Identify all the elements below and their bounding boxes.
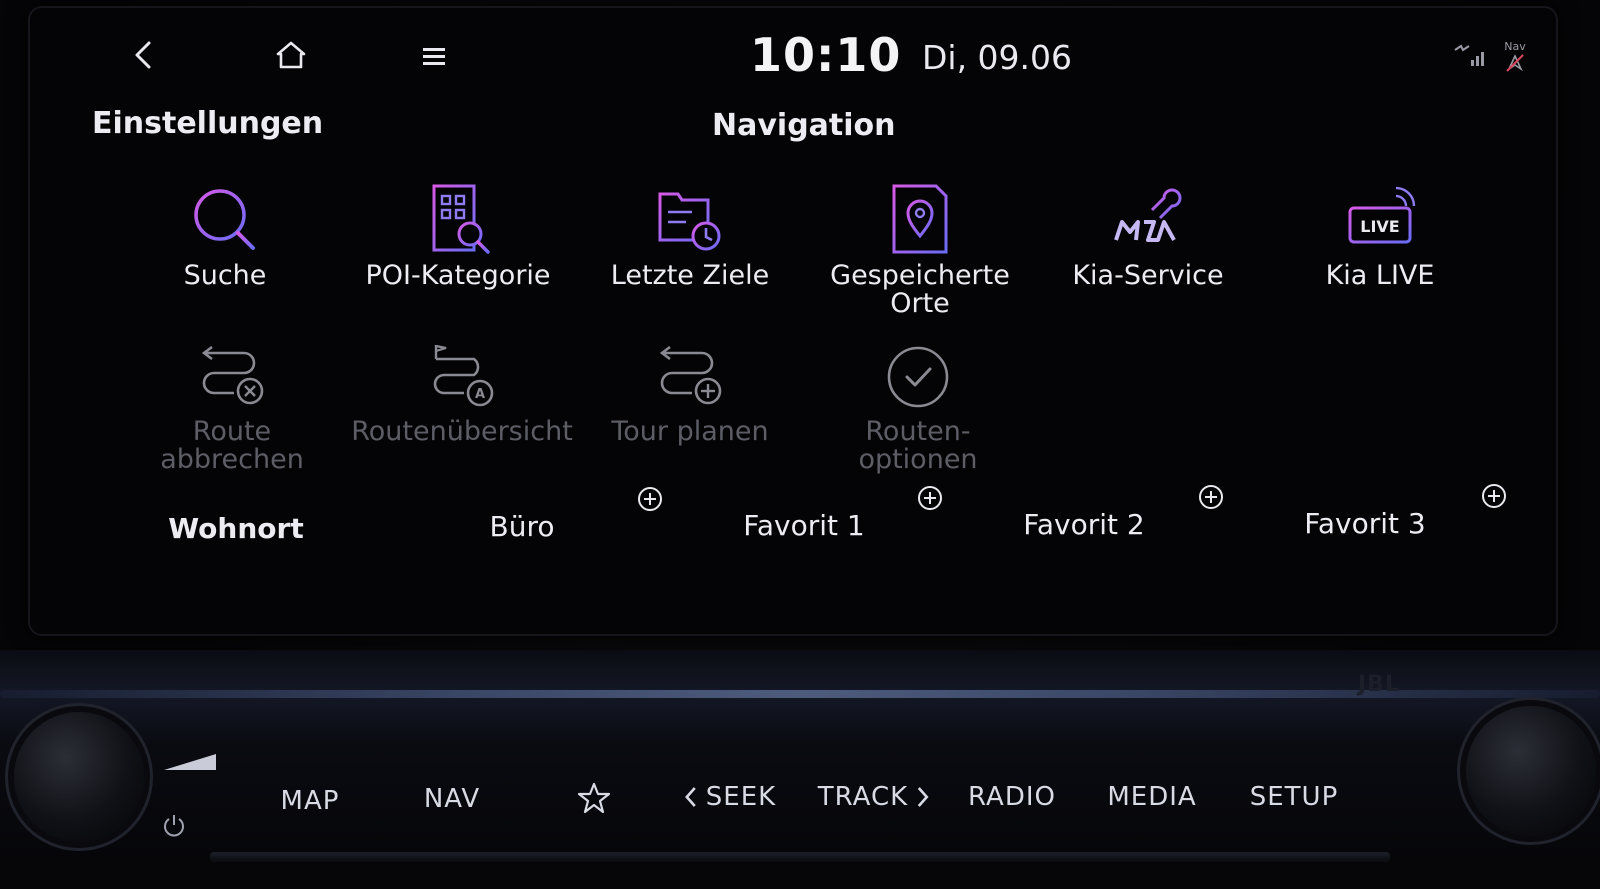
setup-button-label: SETUP (1249, 782, 1339, 812)
favorite-buero[interactable]: Büro (490, 510, 555, 543)
recent-folder-clock-icon (658, 192, 721, 251)
favorite-3[interactable]: Favorit 3 (1304, 507, 1425, 540)
favorite-wohnort[interactable]: Wohnort (168, 512, 303, 545)
menu-item-label: Suche (183, 260, 267, 291)
menu-item-label: Routen- optionen (858, 416, 978, 475)
clock: 10:10 (750, 28, 902, 82)
favorite-button[interactable] (577, 782, 611, 814)
settings-title[interactable]: Einstellungen (92, 106, 323, 141)
menu-item-poi-kategorie[interactable]: POI-Kategorie (348, 180, 568, 330)
signal-status (1452, 40, 1486, 70)
map-button[interactable]: MAP (281, 786, 340, 816)
svg-text:LIVE: LIVE (1360, 217, 1399, 236)
volume-level-icon (164, 754, 216, 770)
menu-item-label: POI-Kategorie (365, 260, 551, 291)
map-button-label: MAP (280, 786, 340, 816)
radio-button[interactable]: RADIO (968, 782, 1056, 812)
route-options-check-icon (887, 346, 949, 408)
menu-item-label: Kia LIVE (1325, 260, 1435, 291)
add-favorit-3-icon[interactable] (1481, 483, 1507, 509)
radio-button-label: RADIO (968, 782, 1056, 812)
menu-item-label: Kia-Service (1072, 260, 1224, 291)
menu-item-routenoptionen[interactable]: Routen- optionen (808, 336, 1028, 486)
seek-button-label: SEEK (705, 782, 777, 812)
tour-plan-icon (659, 345, 722, 405)
setup-button[interactable]: SETUP (1250, 782, 1339, 812)
power-icon[interactable] (162, 812, 186, 838)
add-buero-icon[interactable] (637, 486, 663, 512)
gps-off-icon (1506, 54, 1524, 72)
media-button-label: MEDIA (1107, 782, 1197, 812)
menu-item-letzte-ziele[interactable]: Letzte Ziele (580, 180, 800, 330)
favorite-2[interactable]: Favorit 2 (1023, 508, 1144, 541)
menu-item-label: Route abbrechen (160, 416, 304, 475)
tune-knob[interactable] (1466, 706, 1596, 836)
nav-status: Nav (1500, 40, 1530, 74)
chevron-left-icon (685, 787, 696, 807)
menu-item-label: Tour planen (611, 416, 769, 447)
media-button[interactable]: MEDIA (1107, 782, 1196, 812)
chevron-right-icon (918, 787, 929, 807)
track-button-label: TRACK (817, 782, 909, 812)
star-icon (577, 782, 611, 814)
seek-button[interactable]: SEEK (684, 782, 776, 812)
kia-connect-signal-icon (1454, 44, 1484, 66)
kia-live-icon: LIVE (1348, 186, 1416, 244)
favorite-1[interactable]: Favorit 1 (743, 509, 864, 542)
kia-service-wrench-icon (1114, 188, 1182, 242)
search-icon (194, 189, 255, 250)
add-favorit-1-icon[interactable] (917, 485, 943, 511)
track-button[interactable]: TRACK (818, 782, 930, 812)
menu-button[interactable] (418, 40, 450, 72)
menu-item-label: Routenübersicht (351, 416, 573, 447)
home-button[interactable] (272, 38, 310, 72)
menu-item-label: Letzte Ziele (610, 260, 770, 291)
menu-item-route-abbrechen[interactable]: Route abbrechen (122, 336, 342, 486)
poi-building-icon (432, 184, 490, 254)
volume-knob[interactable] (14, 712, 144, 842)
svg-text:A: A (475, 387, 485, 402)
saved-location-pin-icon (892, 184, 948, 254)
menu-item-label: Gespeicherte Orte (830, 260, 1010, 319)
cd-slot (210, 852, 1390, 862)
menu-item-routenuebersicht[interactable]: A Routenübersicht (351, 336, 573, 486)
menu-item-tour-planen[interactable]: Tour planen (580, 336, 800, 486)
page-title: Navigation (712, 108, 896, 143)
nav-button[interactable]: NAV (424, 784, 480, 814)
date: Di, 09.06 (922, 38, 1073, 77)
route-cancel-icon (201, 345, 264, 405)
nav-status-label: Nav (1504, 40, 1526, 53)
back-arrow-icon (135, 41, 151, 69)
nav-button-label: NAV (423, 784, 481, 814)
menu-item-kia-live[interactable]: LIVE Kia LIVE (1270, 180, 1490, 330)
menu-item-gespeicherte-orte[interactable]: Gespeicherte Orte (810, 180, 1030, 330)
add-favorit-2-icon[interactable] (1198, 484, 1224, 510)
home-icon (276, 41, 306, 69)
back-button[interactable] (128, 38, 158, 72)
jbl-logo: JBL (1358, 672, 1400, 697)
hamburger-menu-icon (423, 48, 445, 65)
menu-item-kia-service[interactable]: Kia-Service (1038, 180, 1258, 330)
menu-item-suche[interactable]: Suche (115, 180, 335, 330)
route-overview-icon: A (433, 344, 494, 407)
infotainment-unit: 10:10 Di, 09.06 Nav Einstellungen Naviga… (0, 0, 1600, 889)
